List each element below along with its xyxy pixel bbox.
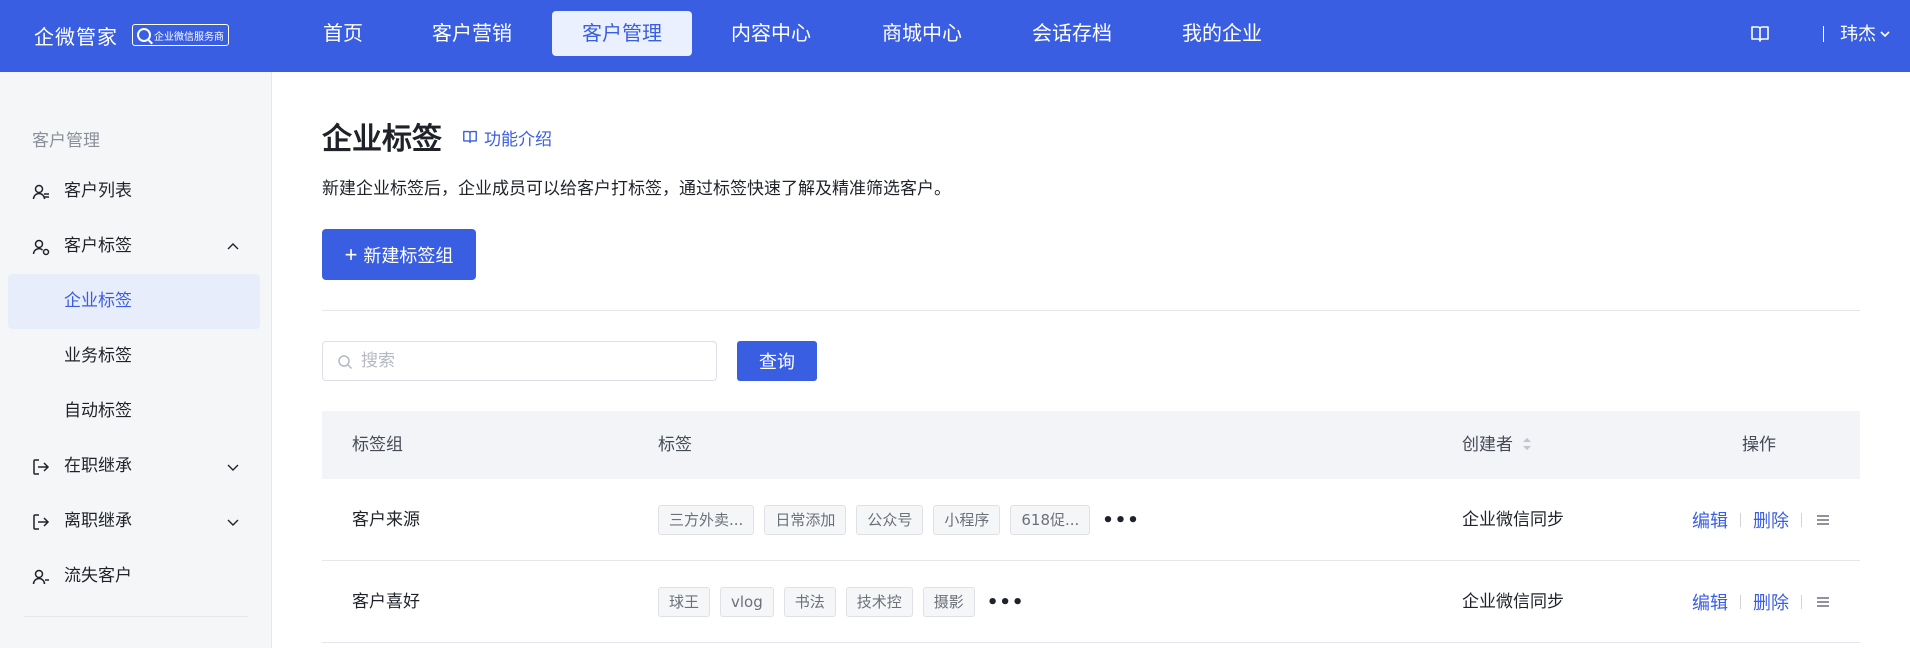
tag-chip: 618促...	[1010, 505, 1091, 535]
tag-chip: 摄影	[922, 587, 975, 617]
sidebar-item-label: 自动标签	[64, 401, 132, 421]
tag-group-name: 客户来源	[352, 510, 420, 530]
tag-list: 三方外卖... 日常添加 公众号 小程序 618促... •••	[658, 505, 1140, 535]
delete-link[interactable]: 删除	[1753, 507, 1789, 533]
page-title: 企业标签	[322, 122, 442, 157]
table-header: 标签组 标签 创建者 操作	[322, 411, 1860, 479]
page-description: 新建企业标签后，企业成员可以给客户打标签，通过标签快速了解及精准筛选客户。	[322, 179, 951, 199]
tag-chip: 书法	[783, 587, 836, 617]
sidebar: 客户管理 客户列表 客户标签 企业标签 业务标签 自动标签 在职继承 离职继承 …	[0, 72, 272, 648]
sidebar-item-label: 离职继承	[64, 511, 132, 531]
delete-link[interactable]: 删除	[1753, 589, 1789, 615]
user-tag-icon	[32, 239, 50, 256]
tag-chip: 小程序	[933, 505, 1001, 535]
book-icon	[463, 130, 477, 144]
sort-icon[interactable]	[1522, 436, 1532, 452]
column-header-tags: 标签	[658, 435, 692, 455]
section-divider	[322, 310, 1860, 311]
sidebar-item-label: 企业标签	[64, 291, 132, 311]
sidebar-item-business-tags[interactable]: 业务标签	[8, 329, 260, 384]
query-button[interactable]: 查询	[737, 341, 817, 381]
chevron-down-icon[interactable]	[1879, 28, 1891, 40]
sidebar-item-resign-transfer[interactable]: 离职继承	[8, 494, 260, 549]
nav-item-marketing[interactable]: 客户营销	[422, 11, 522, 56]
table-row: 客户喜好 球王 vlog 书法 技术控 摄影 ••• 企业微信同步 编辑 删除	[322, 561, 1860, 643]
brand-badge: 企业微信服务商	[132, 24, 229, 46]
tag-chip: 日常添加	[764, 505, 847, 535]
tag-chip: 三方外卖...	[658, 505, 755, 535]
nav-item-chat-archive[interactable]: 会话存档	[1022, 11, 1122, 56]
more-tags-icon[interactable]: •••	[1102, 510, 1140, 531]
tag-list: 球王 vlog 书法 技术控 摄影 •••	[658, 587, 1024, 617]
action-divider	[1740, 595, 1741, 609]
table-row: 客户来源 三方外卖... 日常添加 公众号 小程序 618促... ••• 企业…	[322, 479, 1860, 561]
action-divider	[1801, 513, 1802, 527]
edit-link[interactable]: 编辑	[1692, 507, 1728, 533]
top-nav-bar: 企微管家 企业微信服务商 首页 客户营销 客户管理 内容中心 商城中心 会话存档…	[0, 0, 1910, 72]
tag-chip: 技术控	[845, 587, 913, 617]
edit-link[interactable]: 编辑	[1692, 589, 1728, 615]
tag-chip: vlog	[720, 587, 774, 617]
search-icon	[338, 355, 353, 370]
chevron-down-icon	[227, 464, 239, 471]
row-actions: 编辑 删除	[1692, 479, 1830, 561]
sidebar-item-label: 业务标签	[64, 346, 132, 366]
search-field[interactable]	[322, 341, 717, 381]
topbar-divider	[1823, 26, 1824, 42]
action-divider	[1801, 595, 1802, 609]
brand-name: 企微管家	[34, 24, 118, 49]
tag-group-name: 客户喜好	[352, 592, 420, 612]
feature-intro-label: 功能介绍	[484, 129, 552, 150]
new-tag-group-label: 新建标签组	[363, 245, 454, 266]
chevron-down-icon	[227, 519, 239, 526]
sidebar-item-customer-list[interactable]: 客户列表	[8, 164, 260, 219]
sidebar-item-auto-tags[interactable]: 自动标签	[8, 384, 260, 439]
tag-chip: 公众号	[856, 505, 924, 535]
nav-item-my-company[interactable]: 我的企业	[1172, 11, 1272, 56]
creator: 企业微信同步	[1462, 510, 1564, 530]
column-header-tag-group: 标签组	[352, 435, 403, 455]
feature-intro-link[interactable]: 功能介绍	[462, 125, 552, 150]
sidebar-item-label: 流失客户	[64, 566, 132, 586]
tag-chip: 球王	[658, 587, 711, 617]
sidebar-item-enterprise-tags[interactable]: 企业标签	[8, 274, 260, 329]
book-icon[interactable]	[1750, 25, 1770, 43]
sidebar-divider	[24, 616, 248, 617]
user-list-icon	[32, 184, 49, 200]
search-input[interactable]	[361, 342, 701, 380]
sidebar-item-on-job-transfer[interactable]: 在职继承	[8, 439, 260, 494]
sidebar-item-customer-tags[interactable]: 客户标签	[8, 219, 260, 274]
nav-item-home[interactable]: 首页	[305, 11, 381, 56]
new-tag-group-button[interactable]: + 新建标签组	[322, 229, 476, 280]
sidebar-item-lost-customers[interactable]: 流失客户	[8, 549, 260, 604]
sidebar-item-label: 客户标签	[64, 236, 132, 256]
column-header-creator[interactable]: 创建者	[1462, 411, 1513, 479]
transfer-in-icon	[33, 459, 50, 475]
sidebar-item-label: 客户列表	[64, 181, 132, 201]
nav-item-content-center[interactable]: 内容中心	[721, 11, 821, 56]
sidebar-item-label: 在职继承	[64, 456, 132, 476]
nav-item-mall-center[interactable]: 商城中心	[872, 11, 972, 56]
brand-badge-text: 企业微信服务商	[154, 31, 224, 43]
lost-user-icon	[32, 569, 49, 585]
drag-handle-icon[interactable]	[1816, 596, 1830, 608]
nav-item-customer-management[interactable]: 客户管理	[552, 11, 692, 56]
brand-logo[interactable]: 企微管家 企业微信服务商	[34, 20, 229, 50]
more-tags-icon[interactable]: •••	[987, 592, 1025, 613]
row-actions: 编辑 删除	[1692, 561, 1830, 643]
creator: 企业微信同步	[1462, 592, 1564, 612]
search-badge-icon	[137, 28, 151, 42]
user-name[interactable]: 玮杰	[1840, 20, 1876, 50]
chevron-up-icon	[227, 243, 239, 250]
plus-icon: +	[344, 241, 358, 267]
sidebar-section-title: 客户管理	[32, 131, 100, 151]
drag-handle-icon[interactable]	[1816, 514, 1830, 526]
action-divider	[1740, 513, 1741, 527]
column-header-actions: 操作	[1742, 435, 1776, 455]
transfer-out-icon	[33, 514, 50, 530]
